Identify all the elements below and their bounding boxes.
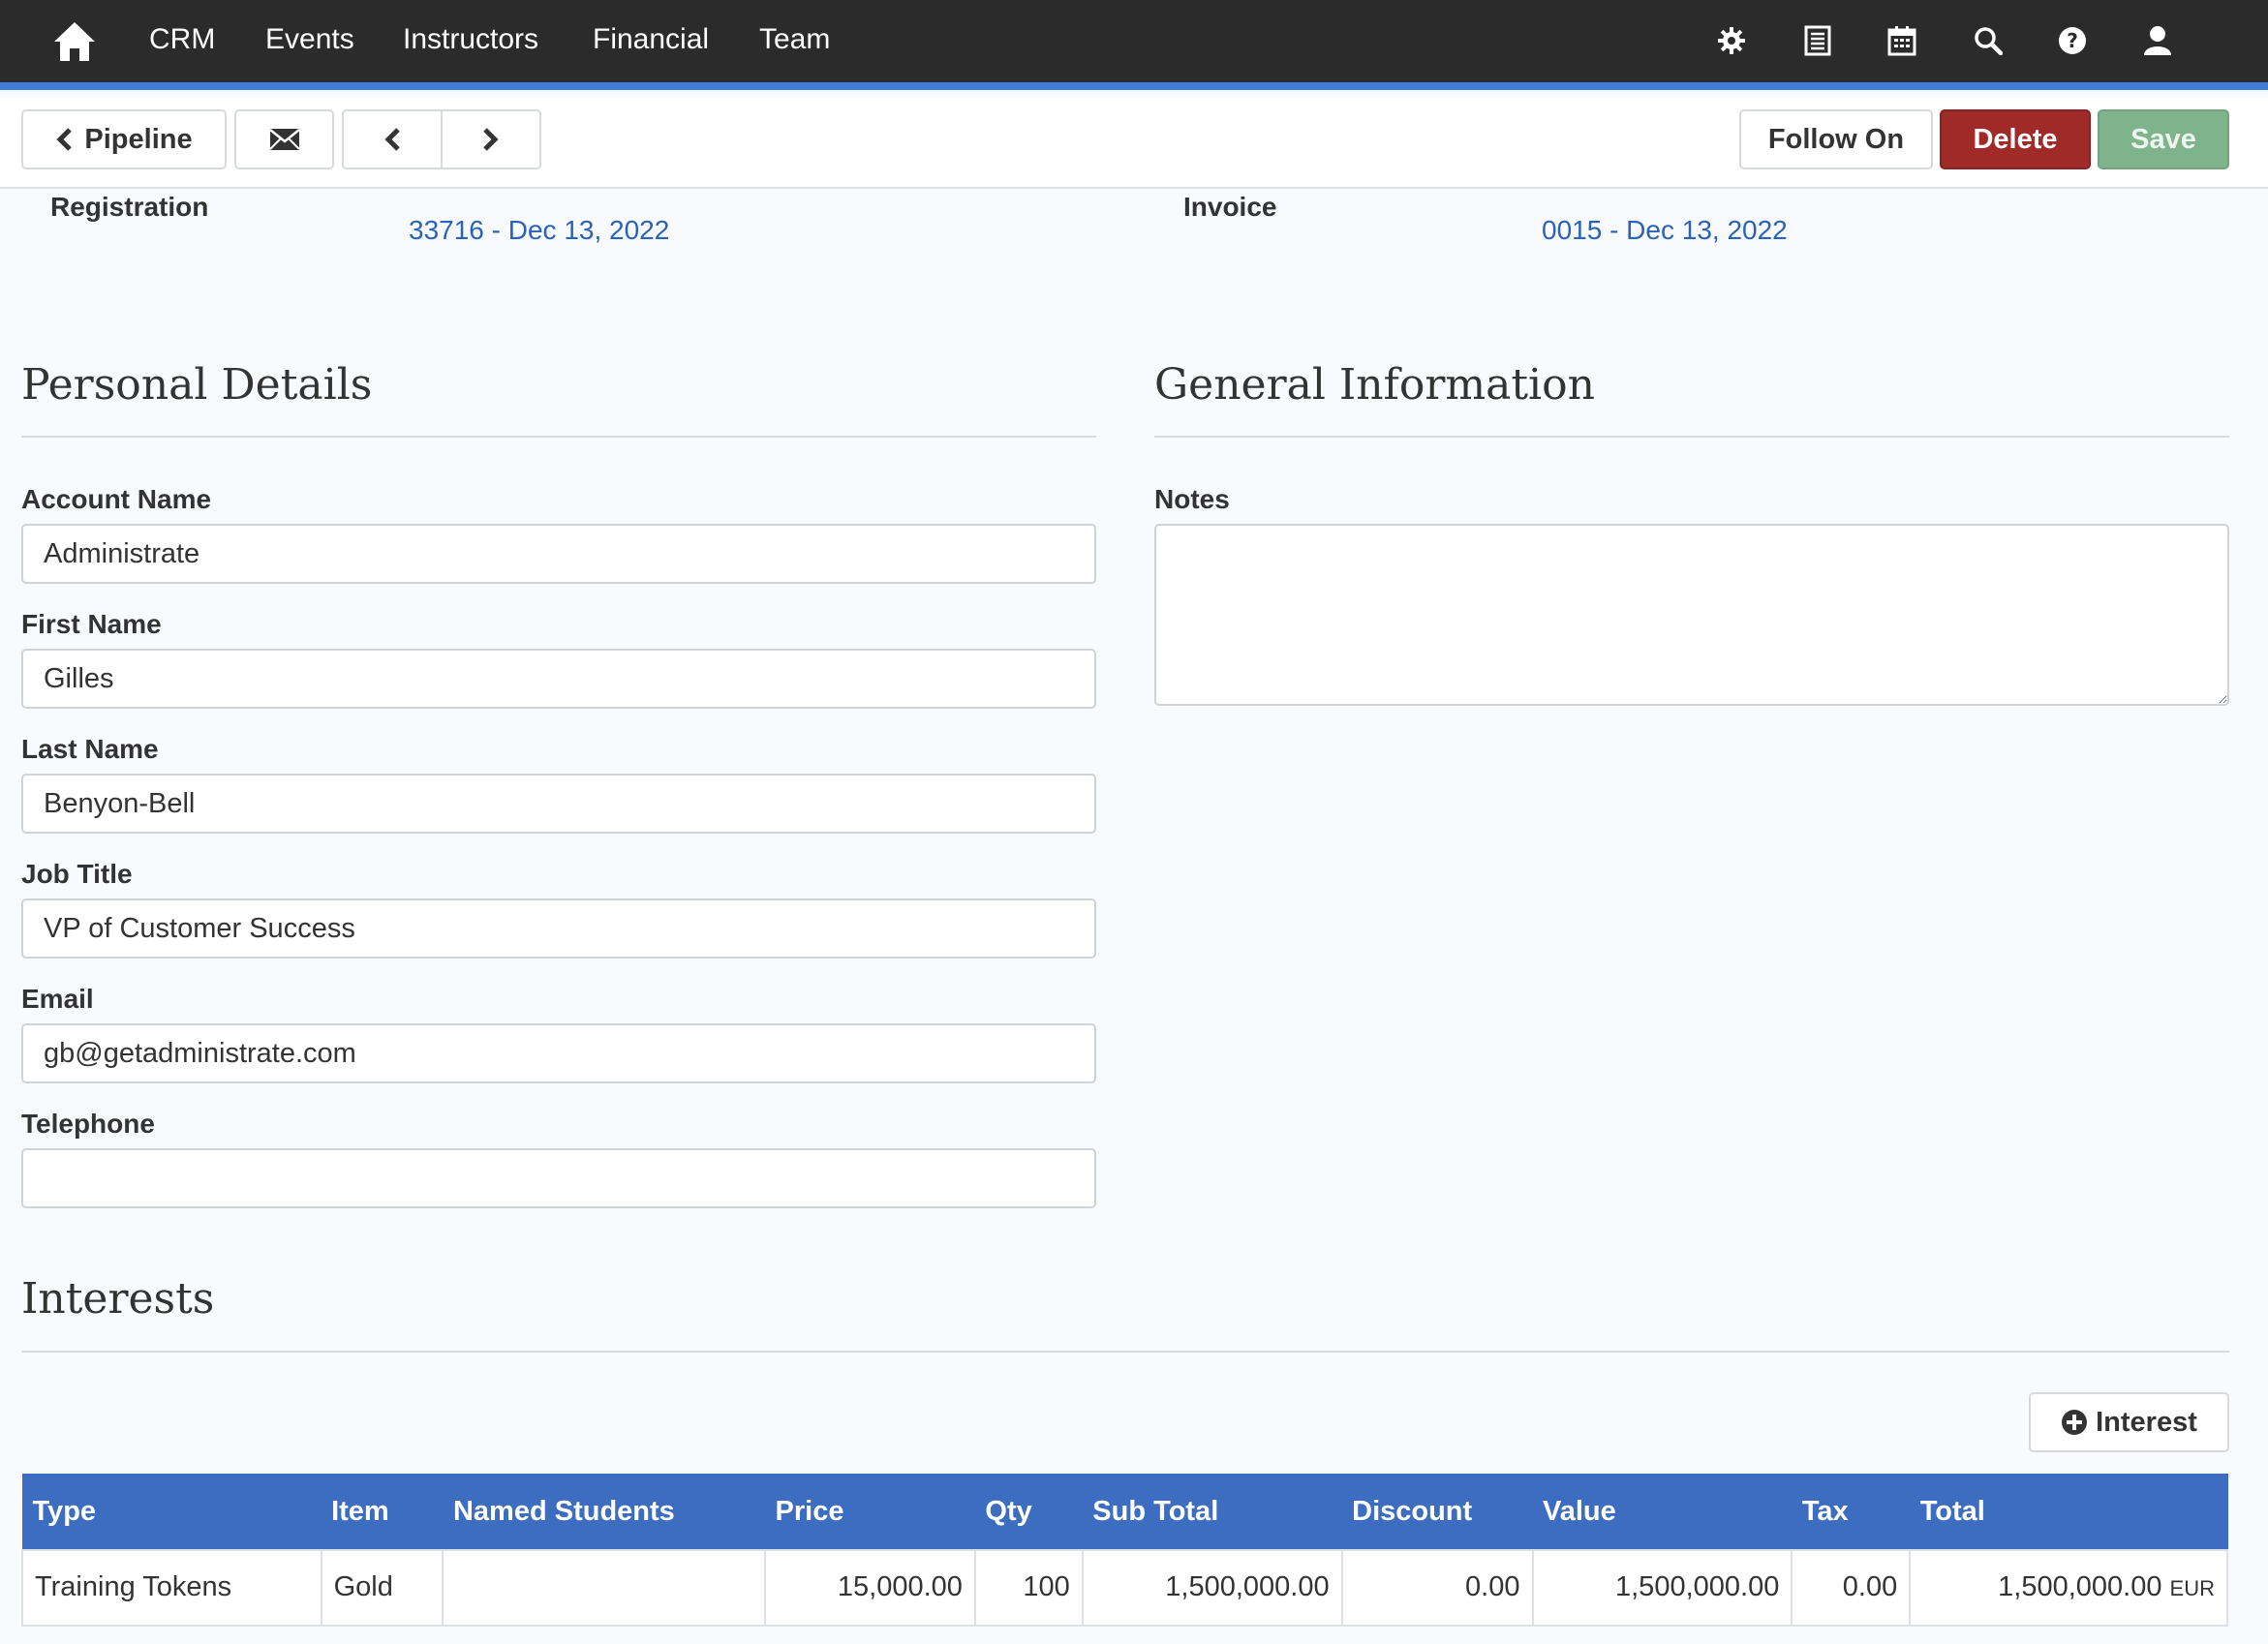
column-header-item[interactable]: Item [321, 1474, 444, 1550]
column-header-value[interactable]: Value [1532, 1474, 1793, 1550]
personal-details-heading: Personal Details [21, 360, 373, 410]
add-interest-label: Interest [2096, 1406, 2197, 1438]
nav-financial[interactable]: Financial [593, 23, 709, 56]
plus-circle-icon [2062, 1410, 2088, 1435]
chevron-left-icon [56, 128, 73, 151]
total-amount: 1,500,000.00 [1998, 1571, 2162, 1602]
add-interest-button[interactable]: Interest [2029, 1392, 2229, 1452]
first-name-label: First Name [21, 609, 162, 639]
account-name-label: Account Name [21, 484, 212, 514]
divider [21, 436, 1096, 438]
currency-code: EUR [2169, 1576, 2215, 1600]
last-name-field[interactable] [21, 774, 1096, 834]
search-icon[interactable] [1969, 21, 2007, 60]
column-header-tax[interactable]: Tax [1791, 1474, 1911, 1550]
cell-type: Training Tokens [21, 1548, 322, 1627]
registration-link[interactable]: 33716 - Dec 13, 2022 [409, 215, 669, 246]
cell-named-students [442, 1548, 767, 1627]
general-information-heading: General Information [1154, 360, 1595, 410]
email-field[interactable] [21, 1023, 1096, 1083]
column-header-named-students[interactable]: Named Students [442, 1474, 766, 1550]
delete-button[interactable]: Delete [1940, 109, 2091, 169]
interests-heading: Interests [21, 1274, 215, 1324]
column-header-type[interactable]: Type [21, 1474, 322, 1550]
first-name-field[interactable] [21, 649, 1096, 709]
registration-label: Registration [50, 192, 209, 222]
cell-tax: 0.00 [1791, 1548, 1912, 1627]
cell-item: Gold [320, 1548, 444, 1627]
notes-textarea[interactable] [1154, 524, 2229, 706]
pipeline-label: Pipeline [84, 123, 193, 155]
cell-discount: 0.00 [1340, 1548, 1534, 1627]
email-label: Email [21, 984, 94, 1014]
column-header-sub-total[interactable]: Sub Total [1082, 1474, 1343, 1550]
chevron-left-icon [384, 128, 400, 151]
notes-label: Notes [1154, 484, 1230, 514]
help-icon[interactable]: ? [2053, 21, 2092, 60]
table-header-row: Type Item Named Students Price Qty Sub T… [21, 1474, 2228, 1550]
cell-value: 1,500,000.00 [1531, 1548, 1793, 1627]
chevron-right-icon [483, 128, 499, 151]
top-navigation: CRM Events Instructors Financial Team ? [0, 0, 2268, 90]
last-name-label: Last Name [21, 734, 159, 764]
list-icon[interactable] [1798, 21, 1837, 60]
user-icon[interactable] [2138, 21, 2177, 60]
nav-team[interactable]: Team [759, 23, 830, 56]
divider [21, 1351, 2229, 1353]
job-title-field[interactable] [21, 898, 1096, 959]
calendar-icon[interactable] [1883, 21, 1921, 60]
telephone-label: Telephone [21, 1109, 155, 1139]
nav-events[interactable]: Events [265, 23, 354, 56]
column-header-qty[interactable]: Qty [974, 1474, 1084, 1550]
cell-sub-total: 1,500,000.00 [1081, 1548, 1343, 1627]
follow-on-button[interactable]: Follow On [1739, 109, 1933, 169]
svg-text:?: ? [2067, 29, 2078, 52]
gear-icon[interactable] [1712, 21, 1751, 60]
table-row[interactable]: Training Tokens Gold 15,000.00 100 1,500… [21, 1548, 2228, 1627]
column-header-total[interactable]: Total [1909, 1474, 2228, 1550]
job-title-label: Job Title [21, 859, 133, 889]
column-header-price[interactable]: Price [764, 1474, 976, 1550]
divider [1154, 436, 2229, 438]
column-header-discount[interactable]: Discount [1341, 1474, 1533, 1550]
pipeline-button[interactable]: Pipeline [21, 109, 227, 169]
cell-price: 15,000.00 [764, 1548, 976, 1627]
telephone-field[interactable] [21, 1148, 1096, 1208]
account-name-field[interactable] [21, 524, 1096, 584]
save-button[interactable]: Save [2098, 109, 2229, 169]
next-button[interactable] [441, 109, 541, 169]
toolbar: Pipeline Follow On Delete Save [0, 98, 2268, 189]
interests-table: Type Item Named Students Price Qty Sub T… [21, 1474, 2228, 1627]
cell-qty: 100 [973, 1548, 1084, 1627]
invoice-link[interactable]: 0015 - Dec 13, 2022 [1542, 215, 1788, 246]
nav-instructors[interactable]: Instructors [403, 23, 538, 56]
previous-button[interactable] [342, 109, 443, 169]
invoice-label: Invoice [1183, 192, 1277, 222]
email-button[interactable] [234, 109, 334, 169]
cell-total: 1,500,000.00 EUR [1909, 1548, 2228, 1627]
nav-crm[interactable]: CRM [149, 23, 215, 56]
home-icon[interactable] [48, 15, 101, 68]
envelope-icon [268, 129, 300, 150]
